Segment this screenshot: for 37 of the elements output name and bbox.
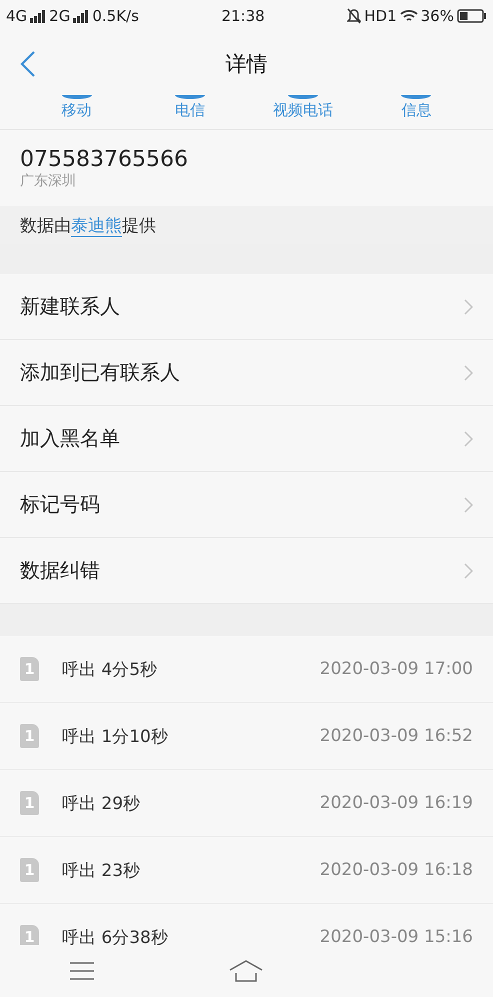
action-icon[interactable] [401, 95, 432, 99]
call-time: 2020-03-09 17:00 [320, 659, 473, 679]
number-location: 广东深圳 [20, 172, 77, 190]
chevron-icon [464, 298, 473, 314]
clock: 21:38 [221, 7, 265, 25]
chevron-icon [464, 430, 473, 446]
call-type-duration: 呼出 29秒 [62, 792, 142, 814]
chevron-icon [464, 496, 473, 512]
call-type-duration: 呼出 1分10秒 [62, 726, 169, 748]
bell-muted-icon [347, 8, 362, 24]
home-icon[interactable] [229, 960, 264, 982]
call-type-duration: 呼出 4分5秒 [62, 658, 158, 680]
wifi-icon [400, 10, 418, 22]
call-time: 2020-03-09 16:18 [320, 860, 473, 880]
call-type-duration: 呼出 23秒 [62, 860, 142, 882]
network-label: 2G [49, 7, 70, 25]
call-time: 2020-03-09 15:16 [320, 927, 473, 945]
battery-percent: 36% [420, 7, 454, 25]
call-type-duration: 呼出 6分38秒 [62, 926, 169, 945]
chevron-icon [464, 364, 473, 380]
menu-icon[interactable] [70, 962, 94, 980]
page-title: 详情 [226, 50, 268, 78]
call-time: 2020-03-09 16:19 [320, 793, 473, 813]
chevron-icon [464, 562, 473, 578]
action-icon[interactable] [62, 95, 92, 99]
network-label: 4G [6, 7, 28, 25]
phone-number: 075583765566 [20, 146, 189, 172]
action-icon[interactable] [174, 95, 205, 99]
data-source-text: 数据由泰迪熊提供 [20, 214, 156, 236]
network-speed: 0.5K/s [92, 7, 139, 25]
signal-icon [30, 10, 46, 22]
hd-label: HD1 [364, 7, 397, 25]
battery-icon [456, 9, 487, 23]
action-icon[interactable] [288, 95, 318, 99]
signal-icon [73, 10, 90, 22]
call-time: 2020-03-09 16:52 [320, 726, 473, 746]
back-icon[interactable] [20, 51, 36, 77]
